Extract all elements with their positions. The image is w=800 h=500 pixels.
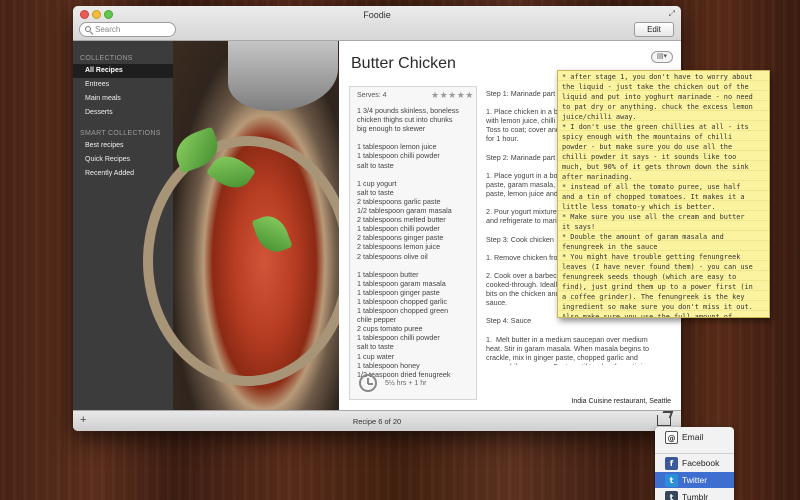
smart-collections-heading: SMART COLLECTIONS — [80, 130, 161, 137]
collections-heading: COLLECTIONS — [80, 55, 133, 62]
share-menu-item-twitter[interactable]: t Twitter — [655, 472, 734, 488]
share-menu-item-facebook[interactable]: f Facebook — [655, 455, 734, 471]
share-menu-item-email[interactable]: @ Email — [655, 429, 734, 445]
photo-spoon — [228, 41, 338, 111]
sidebar-item-desserts[interactable]: Desserts — [73, 106, 173, 120]
cooking-time: 5½ hrs + 1 hr — [385, 380, 427, 387]
notes-toggle-button[interactable]: ▤▾ — [651, 51, 673, 63]
email-icon: @ — [665, 431, 678, 444]
recipe-title: Butter Chicken — [351, 55, 456, 72]
sidebar-item-all-recipes[interactable]: All Recipes — [73, 64, 173, 78]
ingredients-list: 1 3/4 pounds skinless, boneless chicken … — [357, 106, 459, 379]
sidebar-item-quick-recipes[interactable]: Quick Recipes — [73, 153, 173, 167]
search-placeholder: Search — [95, 25, 121, 34]
recipe-photo — [143, 41, 353, 410]
ingredients-panel: Serves: 4 ★★★★★ 1 3/4 pounds skinless, b… — [349, 86, 477, 400]
twitter-icon: t — [665, 474, 678, 487]
share-menu: @ Email f Facebook t Twitter t Tumblr — [655, 427, 734, 500]
serves-label: Serves: 4 — [357, 92, 387, 99]
fullscreen-icon[interactable]: ⤢ — [669, 9, 675, 19]
share-menu-label: Facebook — [682, 458, 720, 468]
sidebar-item-main-meals[interactable]: Main meals — [73, 92, 173, 106]
share-menu-label: Email — [682, 432, 704, 442]
clock-icon — [359, 374, 377, 392]
titlebar: Foodie ⤢ Search Edit — [73, 6, 681, 41]
recipe-source: India Cuisine restaurant, Seattle — [571, 398, 671, 405]
edit-button[interactable]: Edit — [634, 22, 674, 37]
facebook-icon: f — [665, 457, 678, 470]
share-icon[interactable] — [657, 415, 671, 426]
bottom-toolbar: + Recipe 6 of 20 — [73, 410, 681, 431]
sidebar-item-entrees[interactable]: Entrees — [73, 78, 173, 92]
share-menu-item-tumblr[interactable]: t Tumblr — [655, 489, 734, 500]
menu-separator — [655, 453, 734, 454]
sticky-note[interactable]: * after stage 1, you don't have to worry… — [557, 70, 770, 318]
window-title: Foodie — [363, 10, 391, 20]
search-icon — [85, 26, 91, 32]
sidebar-item-best-recipes[interactable]: Best recipes — [73, 139, 173, 153]
sidebar-item-recently-added[interactable]: Recently Added — [73, 167, 173, 181]
page-indicator: Recipe 6 of 20 — [352, 417, 402, 426]
rating-stars[interactable]: ★★★★★ — [431, 90, 474, 101]
search-input[interactable]: Search — [79, 22, 176, 37]
share-menu-label: Tumblr — [682, 492, 709, 500]
tumblr-icon: t — [665, 491, 678, 500]
share-menu-label: Twitter — [682, 475, 708, 485]
